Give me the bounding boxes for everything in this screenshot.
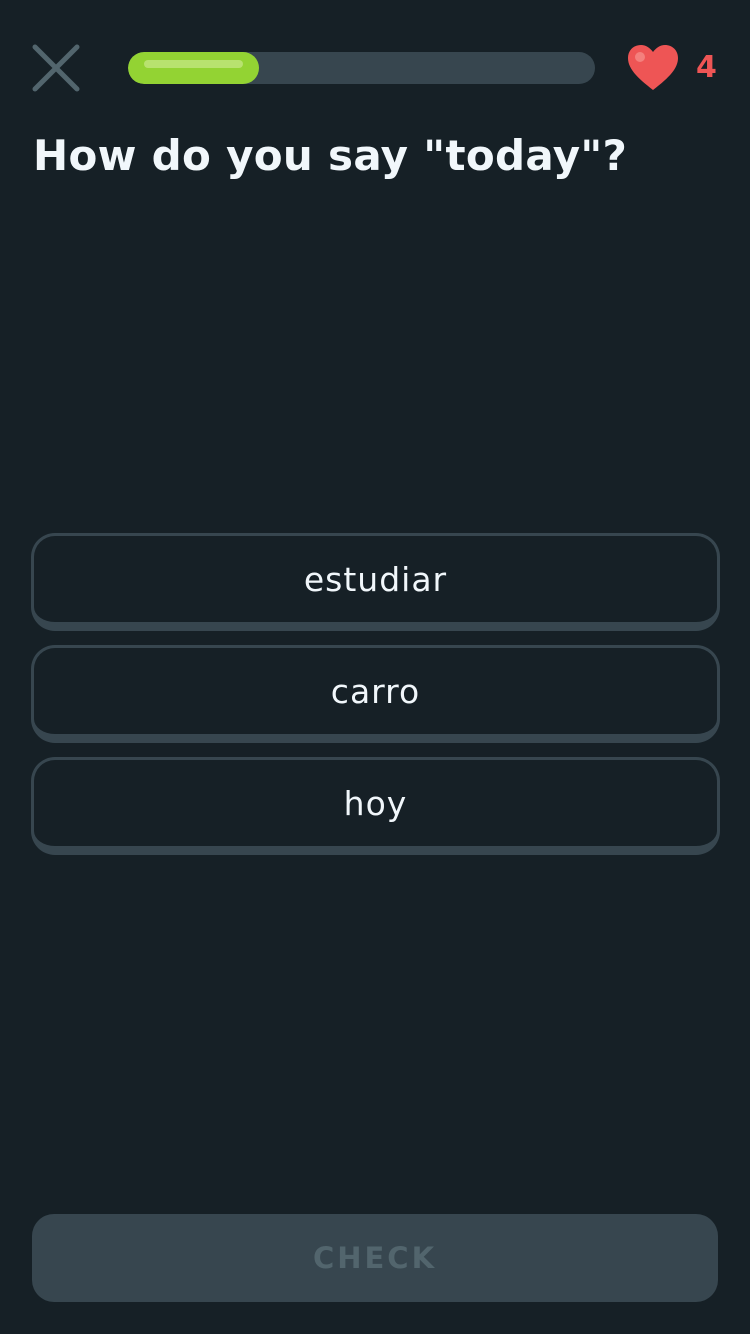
check-button[interactable]: CHECK bbox=[32, 1214, 718, 1302]
answer-option-label: hoy bbox=[343, 783, 408, 823]
close-button[interactable] bbox=[28, 40, 84, 96]
heart-icon bbox=[628, 45, 678, 90]
answer-option-label: estudiar bbox=[303, 559, 448, 599]
lesson-progress-fill bbox=[128, 52, 259, 84]
answer-option-label: carro bbox=[330, 671, 421, 711]
check-button-label: CHECK bbox=[312, 1241, 438, 1275]
lesson-progress-bar bbox=[128, 52, 595, 84]
close-icon bbox=[32, 44, 80, 92]
answer-options: estudiar carro hoy bbox=[31, 533, 720, 869]
lesson-header: 4 bbox=[0, 0, 750, 140]
progress-highlight bbox=[144, 60, 243, 68]
hearts-indicator: 4 bbox=[626, 42, 717, 94]
question-prompt: How do you say "today"? bbox=[33, 131, 628, 180]
answer-option-hoy[interactable]: hoy bbox=[31, 757, 720, 855]
answer-option-estudiar[interactable]: estudiar bbox=[31, 533, 720, 631]
hearts-count: 4 bbox=[696, 50, 717, 85]
answer-option-carro[interactable]: carro bbox=[31, 645, 720, 743]
